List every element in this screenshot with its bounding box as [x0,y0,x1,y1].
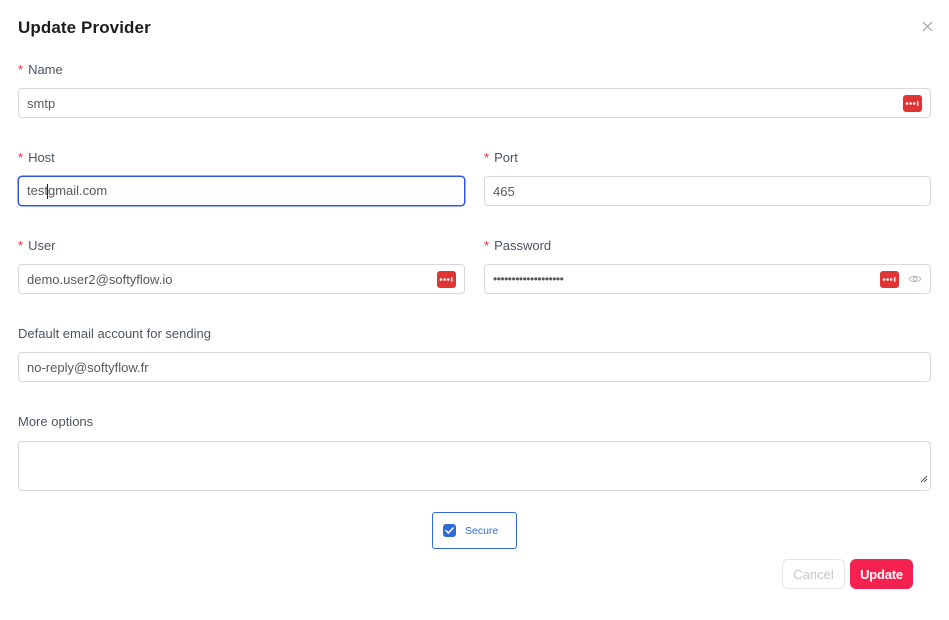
checkbox-checked-icon[interactable] [443,524,456,537]
eye-icon[interactable] [908,274,922,284]
cancel-button[interactable]: Cancel [782,559,845,589]
required-marker: * [18,62,24,77]
user-value: demo.user2@softyflow.io [27,271,173,287]
more-options-label: More options [18,414,94,429]
password-value: ••••••••••••••••••• [493,272,564,286]
update-button[interactable]: Update [850,559,913,589]
resize-handle-icon[interactable] [920,470,928,488]
password-manager-icon[interactable] [903,94,922,112]
name-label: * Name [18,62,63,77]
default-email-input[interactable]: no-reply@softyflow.fr [18,352,931,382]
default-email-value: no-reply@softyflow.fr [27,359,149,375]
secure-checkbox[interactable]: Secure [432,512,517,549]
port-input[interactable]: 465 [484,176,931,206]
secure-label: Secure [465,524,499,537]
dialog-title: Update Provider [18,18,151,37]
password-manager-icon[interactable] [437,270,456,288]
host-input[interactable]: testgmail.com [18,176,465,206]
close-icon[interactable] [917,16,937,36]
required-marker: * [18,150,24,165]
port-label: * Port [484,150,518,165]
user-label: * User [18,238,56,253]
user-input[interactable]: demo.user2@softyflow.io [18,264,465,294]
required-marker: * [484,150,490,165]
name-value: smtp [27,95,56,111]
password-manager-icon[interactable] [880,270,899,288]
port-value: 465 [493,183,515,199]
host-value: testgmail.com [27,182,108,200]
more-options-textarea[interactable] [18,441,931,491]
name-input[interactable]: smtp [18,88,931,118]
password-label: * Password [484,238,552,253]
required-marker: * [484,238,490,253]
required-marker: * [18,238,24,253]
host-label: * Host [18,150,55,165]
default-email-label: Default email account for sending [18,326,211,341]
update-provider-dialog: Update Provider * Name smtp * Host testgma… [0,0,949,620]
password-input[interactable]: ••••••••••••••••••• [484,264,931,294]
